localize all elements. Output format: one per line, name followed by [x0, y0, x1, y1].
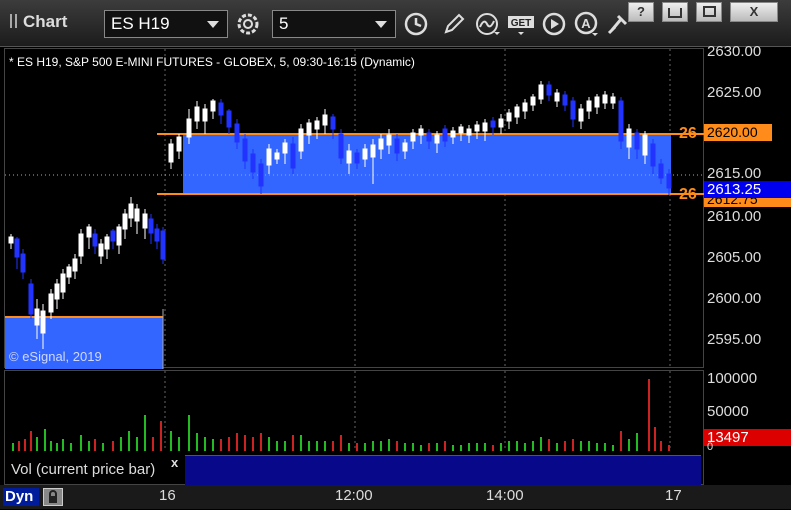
price-tick: 2605.00: [707, 249, 762, 266]
zone-main: [183, 134, 671, 194]
price-tick: 2630.00: [707, 43, 762, 60]
help-button[interactable]: ?: [628, 2, 654, 22]
volume-tick: 100000: [707, 370, 758, 387]
price-chart-pane[interactable]: * ES H19, S&P 500 E-MINI FUTURES - GLOBE…: [4, 48, 705, 369]
interval-combo[interactable]: 5: [272, 10, 396, 38]
volume-tick: 0: [707, 441, 714, 453]
dynamic-mode-button[interactable]: Dyn: [3, 488, 39, 506]
watermark: © eSignal, 2019: [9, 349, 102, 364]
price-flag-upper: 2620.00: [704, 124, 772, 141]
close-study-icon[interactable]: x: [171, 455, 178, 470]
drag-grip-icon[interactable]: [10, 14, 17, 28]
volume-value-strip: [185, 455, 701, 485]
price-tick: 2595.00: [707, 331, 762, 348]
volume-label-box: Vol (current price bar) x: [5, 455, 181, 484]
window-title[interactable]: Chart: [10, 12, 67, 32]
symbol-combo[interactable]: ES H19: [104, 10, 228, 38]
volume-current-flag: 13497: [704, 429, 791, 446]
price-tick: 2600.00: [707, 290, 762, 307]
interval-value: 5: [279, 14, 289, 33]
restore-button[interactable]: [696, 2, 722, 22]
close-button[interactable]: X: [730, 2, 778, 22]
pencil-icon[interactable]: [440, 10, 468, 38]
price-axis[interactable]: 2630.00 2625.00 2620.00 2615.00 2612.75 …: [704, 43, 791, 485]
price-tick: 2615.00: [707, 165, 762, 182]
chart-toolbar: Chart ES H19 5 GET A ? X: [0, 0, 791, 47]
symbol-value: ES H19: [111, 14, 170, 33]
price-tick: 2625.00: [707, 84, 762, 101]
candles: [8, 81, 672, 349]
volume-pane[interactable]: Vol (current price bar) x: [4, 370, 704, 485]
clock-icon[interactable]: [402, 10, 430, 38]
svg-text:GET: GET: [511, 18, 532, 29]
settings-gear-icon[interactable]: [234, 10, 262, 38]
minimize-button[interactable]: [662, 2, 688, 22]
time-label: 12:00: [335, 487, 373, 504]
chevron-down-icon[interactable]: [207, 21, 219, 28]
price-chart-svg: [5, 49, 705, 369]
a-icon[interactable]: A: [572, 10, 600, 38]
volume-label: Vol (current price bar): [11, 461, 156, 478]
study-icon[interactable]: [474, 10, 502, 38]
time-label: 14:00: [486, 487, 524, 504]
volume-bars: [12, 379, 670, 451]
chevron-down-icon[interactable]: [375, 21, 387, 28]
zone-label-top: 26: [679, 125, 697, 142]
time-label: 17: [665, 487, 682, 504]
play-icon[interactable]: [540, 10, 568, 38]
volume-tick: 50000: [707, 403, 749, 420]
lock-icon[interactable]: [43, 488, 63, 506]
chart-header: * ES H19, S&P 500 E-MINI FUTURES - GLOBE…: [9, 55, 415, 69]
price-flag-current: 2613.25: [704, 181, 791, 198]
get-icon[interactable]: GET: [506, 10, 534, 38]
svg-text:A: A: [581, 16, 591, 31]
time-label: 16: [159, 487, 176, 504]
zone-label-bottom: 26: [679, 186, 697, 203]
price-tick: 2610.00: [707, 208, 762, 225]
